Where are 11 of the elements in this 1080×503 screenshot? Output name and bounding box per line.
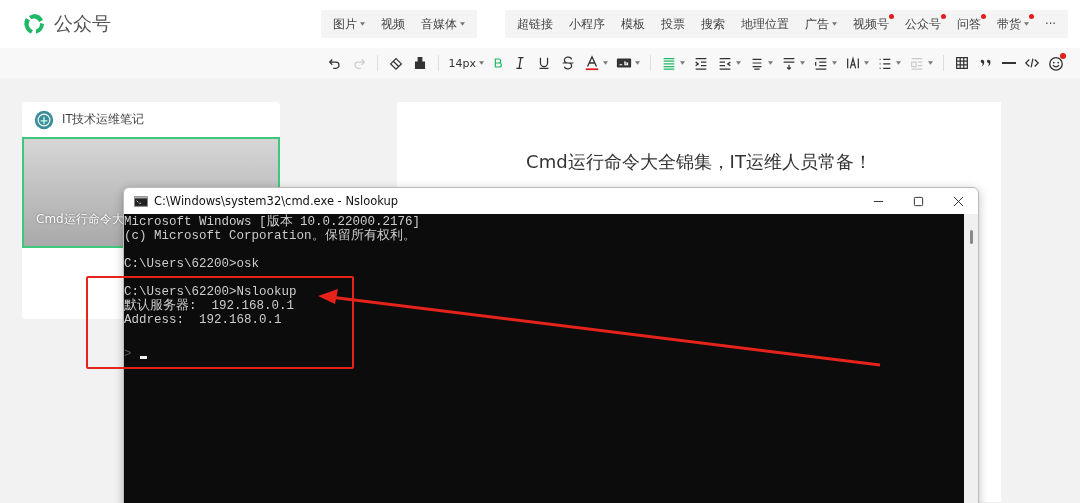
brand-name: 公众号 bbox=[54, 11, 111, 36]
account-name: IT技术运维笔记 bbox=[62, 112, 145, 127]
console-line: 默认服务器: 192.168.0.1 bbox=[124, 299, 295, 313]
console-prompt: > bbox=[124, 347, 132, 361]
console-line: (c) Microsoft Corporation。保留所有权利。 bbox=[124, 229, 416, 243]
cover-title: Cmd运行命令大 bbox=[36, 211, 124, 228]
window-title: C:\Windows\system32\cmd.exe - Nslookup bbox=[154, 194, 399, 208]
console-line: C:\Users\62200>osk bbox=[124, 257, 261, 271]
console-line: C:\Users\62200>Nslookup bbox=[124, 285, 298, 299]
console-line: Address: 192.168.0.1 bbox=[124, 313, 283, 327]
console-line: Microsoft Windows [版本 10.0.22000.2176] bbox=[124, 215, 422, 229]
